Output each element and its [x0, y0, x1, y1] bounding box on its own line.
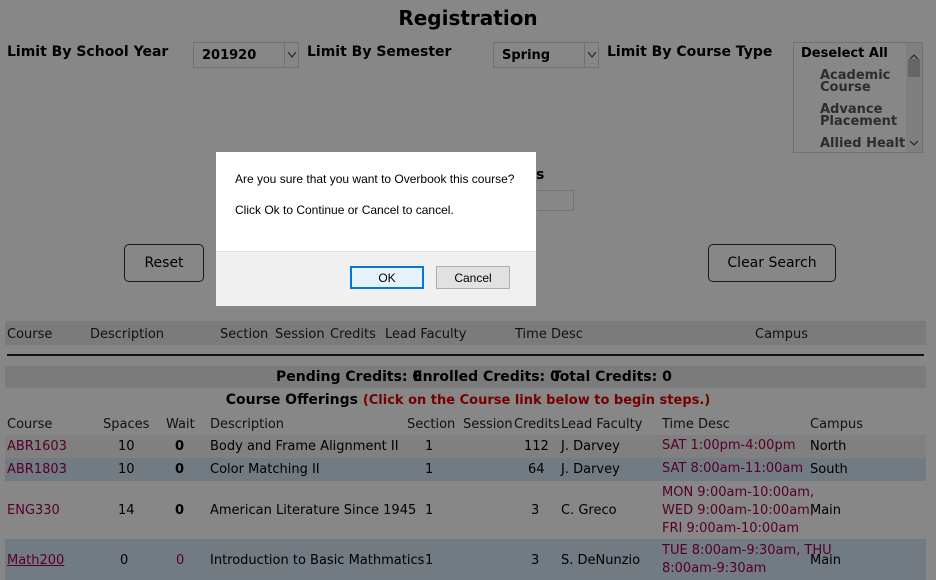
- registration-page: Registration Limit By School Year 201920…: [0, 0, 936, 580]
- dialog-instruction: Click Ok to Continue or Cancel to cancel…: [235, 203, 454, 217]
- dialog-footer: OK Cancel: [216, 251, 536, 306]
- confirm-dialog: Are you sure that you want to Overbook t…: [215, 151, 537, 307]
- ok-button[interactable]: OK: [350, 266, 424, 289]
- dialog-message: Are you sure that you want to Overbook t…: [235, 172, 515, 186]
- cancel-button[interactable]: Cancel: [436, 266, 510, 289]
